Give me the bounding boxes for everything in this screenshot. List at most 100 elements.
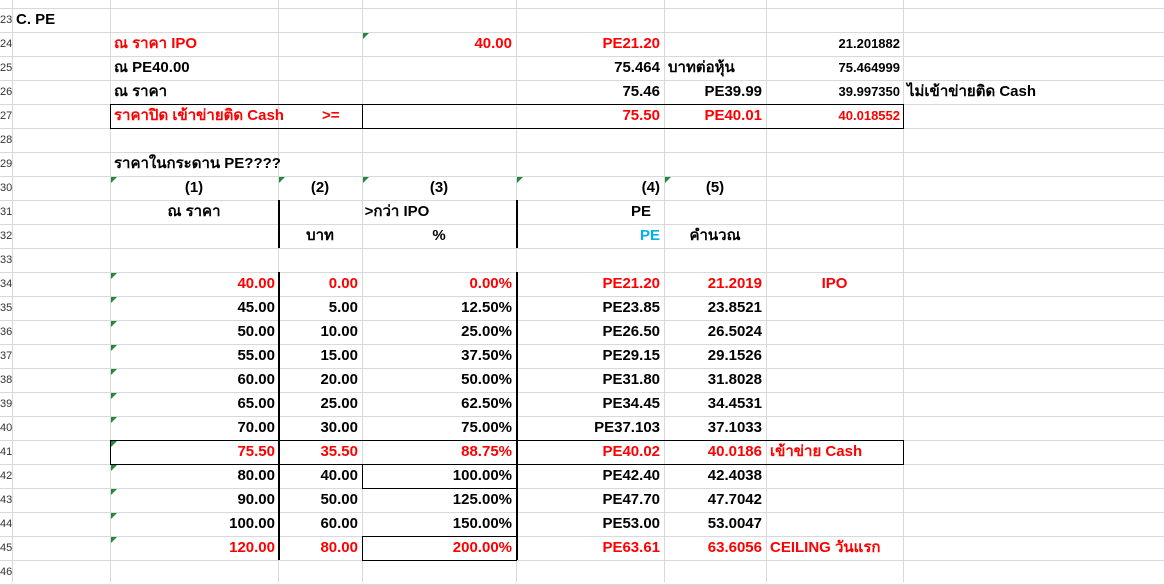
cell-baht[interactable]: 50.00 (278, 488, 358, 512)
not-cash-note[interactable]: ไม่เข้าข่ายติด Cash (907, 80, 1036, 104)
cell-pe[interactable]: PE53.00 (518, 512, 660, 536)
row-number[interactable]: 27 (0, 104, 12, 128)
cell-price[interactable]: 120.00 (110, 536, 275, 560)
cell-price[interactable]: 55.00 (110, 344, 275, 368)
cell-calc[interactable]: 42.4038 (664, 464, 762, 488)
price-pe[interactable]: PE39.99 (668, 80, 762, 104)
row-number[interactable]: 32 (0, 224, 12, 248)
row-number[interactable]: 45 (0, 536, 12, 560)
header-at-price[interactable]: ณ ราคา (110, 200, 278, 224)
header-3[interactable]: (3) (362, 176, 516, 200)
cell-baht[interactable]: 10.00 (278, 320, 358, 344)
cell-price[interactable]: 50.00 (110, 320, 275, 344)
cell-price[interactable]: 45.00 (110, 296, 275, 320)
row-number[interactable]: 42 (0, 464, 12, 488)
pe40-label[interactable]: ณ PE40.00 (114, 56, 190, 80)
row-number[interactable]: 24 (0, 32, 12, 56)
ipo-label[interactable]: ณ ราคา IPO (114, 32, 197, 56)
cell-calc[interactable]: 47.7042 (664, 488, 762, 512)
cell-pct[interactable]: 150.00% (362, 512, 512, 536)
cell-calc[interactable]: 23.8521 (664, 296, 762, 320)
cell-price[interactable]: 100.00 (110, 512, 275, 536)
ipo-price[interactable]: 40.00 (366, 32, 512, 56)
header-1[interactable]: (1) (110, 176, 278, 200)
cell-baht[interactable]: 30.00 (278, 416, 358, 440)
row-number[interactable]: 41 (0, 440, 12, 464)
row-number[interactable]: 33 (0, 248, 12, 272)
row-number[interactable]: 26 (0, 80, 12, 104)
cell-pct[interactable]: 50.00% (362, 368, 512, 392)
header-baht[interactable]: บาท (278, 224, 362, 248)
cell-calc[interactable]: 63.6056 (664, 536, 762, 560)
cell-baht[interactable]: 80.00 (278, 536, 358, 560)
cell-price[interactable]: 65.00 (110, 392, 275, 416)
cell-pct[interactable]: 62.50% (362, 392, 512, 416)
cell-pct[interactable]: 125.00% (362, 488, 512, 512)
cell-pe[interactable]: PE42.40 (518, 464, 660, 488)
cell-pct[interactable]: 12.50% (362, 296, 512, 320)
row-number[interactable]: 44 (0, 512, 12, 536)
cell-pct[interactable]: 25.00% (362, 320, 512, 344)
header-2[interactable]: (2) (278, 176, 362, 200)
pe40-price[interactable]: 75.464 (518, 56, 660, 80)
cell-calc[interactable]: 34.4531 (664, 392, 762, 416)
cell-price[interactable]: 80.00 (110, 464, 275, 488)
header-pe-blue[interactable]: PE (518, 224, 660, 248)
cell-calc[interactable]: 26.5024 (664, 320, 762, 344)
cell-pe[interactable]: PE37.103 (518, 416, 660, 440)
row-number[interactable]: 35 (0, 296, 12, 320)
cell-baht[interactable]: 20.00 (278, 368, 358, 392)
cell-pe[interactable]: PE29.15 (518, 344, 660, 368)
cash-price[interactable]: 75.50 (518, 104, 660, 128)
cash-label[interactable]: ราคาปิด เข้าข่ายติด Cash (114, 104, 284, 128)
header-5[interactable]: (5) (664, 176, 766, 200)
cell-calc[interactable]: 21.2019 (664, 272, 762, 296)
cell-pe[interactable]: PE23.85 (518, 296, 660, 320)
header-pct[interactable]: % (362, 224, 516, 248)
cell-calc[interactable]: 37.1033 (664, 416, 762, 440)
cell-calc[interactable]: 53.0047 (664, 512, 762, 536)
cell-pe[interactable]: PE63.61 (518, 536, 660, 560)
cash-pe[interactable]: PE40.01 (668, 104, 762, 128)
price-label[interactable]: ณ ราคา (114, 80, 167, 104)
row-number[interactable]: 39 (0, 392, 12, 416)
cell-baht[interactable]: 0.00 (278, 272, 358, 296)
cell-calc[interactable]: 31.8028 (664, 368, 762, 392)
pe40-unit[interactable]: บาทต่อหุ้น (668, 56, 735, 80)
price-calc[interactable]: 39.997350 (770, 80, 900, 104)
row-number[interactable]: 25 (0, 56, 12, 80)
cell-baht[interactable]: 25.00 (278, 392, 358, 416)
cell-baht[interactable]: 40.00 (278, 464, 358, 488)
cell-pe[interactable]: PE21.20 (518, 272, 660, 296)
cell-pe[interactable]: PE31.80 (518, 368, 660, 392)
row-number[interactable]: 34 (0, 272, 12, 296)
ipo-calc[interactable]: 21.201882 (770, 32, 900, 56)
cell-pct[interactable]: 0.00% (362, 272, 512, 296)
row-number[interactable]: 29 (0, 152, 12, 176)
row-number[interactable]: 38 (0, 368, 12, 392)
cell-pct[interactable]: 37.50% (362, 344, 512, 368)
cell-note[interactable]: IPO (766, 272, 903, 296)
cell-pe[interactable]: PE26.50 (518, 320, 660, 344)
row-number[interactable]: 40 (0, 416, 12, 440)
row-number[interactable]: 30 (0, 176, 12, 200)
row-number[interactable]: 28 (0, 128, 12, 152)
row-number[interactable]: 37 (0, 344, 12, 368)
cell-price[interactable]: 60.00 (110, 368, 275, 392)
cell-pct[interactable]: 75.00% (362, 416, 512, 440)
header-pe[interactable]: PE (516, 200, 766, 224)
header-4[interactable]: (4) (518, 176, 660, 200)
cell-pe[interactable]: PE47.70 (518, 488, 660, 512)
header-over-ipo[interactable]: >กว่า IPO (278, 200, 516, 224)
ipo-pe[interactable]: PE21.20 (518, 32, 660, 56)
cell-price[interactable]: 90.00 (110, 488, 275, 512)
row-number[interactable]: 46 (0, 560, 12, 584)
cash-calc[interactable]: 40.018552 (770, 104, 900, 128)
cell-baht[interactable]: 60.00 (278, 512, 358, 536)
cell-baht[interactable]: 5.00 (278, 296, 358, 320)
header-calc[interactable]: คำนวณ (664, 224, 766, 248)
pe40-calc[interactable]: 75.464999 (770, 56, 900, 80)
row-number[interactable]: 36 (0, 320, 12, 344)
cell-baht[interactable]: 15.00 (278, 344, 358, 368)
row-number[interactable]: 23 (0, 8, 12, 32)
